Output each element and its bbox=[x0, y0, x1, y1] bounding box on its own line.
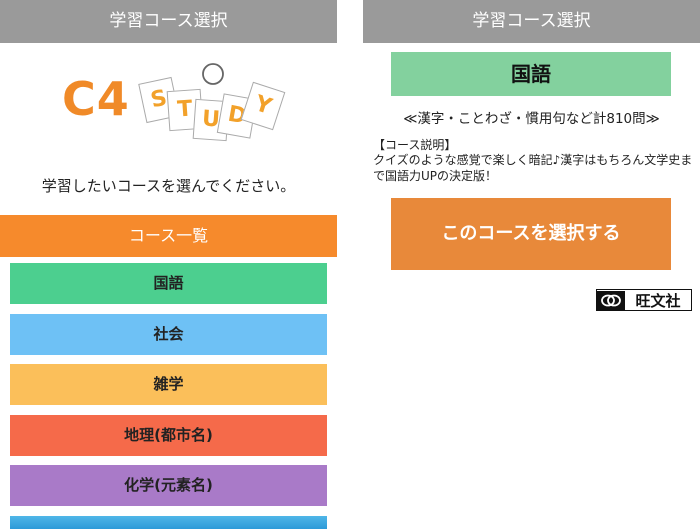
right-title-bar: 学習コース選択 bbox=[363, 0, 700, 43]
c4-study-logo: C4 S T U D Y bbox=[58, 60, 288, 160]
publisher-logo: 旺文社 bbox=[596, 289, 692, 311]
right-screen: 学習コース選択 国語 ≪漢字・ことわざ・慣用句など計810問≫ 【コース説明】 … bbox=[363, 0, 700, 529]
obunsha-mark-icon bbox=[597, 290, 625, 310]
course-item-kagaku[interactable]: 化学(元素名) bbox=[10, 465, 327, 506]
publisher-name: 旺文社 bbox=[635, 291, 681, 310]
course-item-shakai[interactable]: 社会 bbox=[10, 313, 327, 355]
course-list: 国語 社会 雑学 地理(都市名) 化学(元素名) bbox=[10, 263, 327, 516]
panel-divider bbox=[337, 0, 363, 529]
course-item-kokugo[interactable]: 国語 bbox=[10, 263, 327, 304]
course-summary: ≪漢字・ことわざ・慣用句など計810問≫ bbox=[403, 111, 660, 127]
course-item-chiri[interactable]: 地理(都市名) bbox=[10, 414, 327, 456]
course-item-partial[interactable] bbox=[10, 516, 327, 529]
course-item-zatsugaku[interactable]: 雑学 bbox=[10, 364, 327, 405]
course-description-label: 【コース説明】 bbox=[373, 138, 457, 152]
select-course-button[interactable]: このコースを選択する bbox=[391, 198, 671, 270]
logo-main-text: C4 bbox=[62, 72, 130, 126]
ring-icon bbox=[202, 63, 224, 85]
left-title-bar: 学習コース選択 bbox=[0, 0, 337, 43]
course-list-header: コース一覧 bbox=[0, 215, 337, 257]
subject-banner: 国語 bbox=[391, 52, 671, 96]
course-description: クイズのような感覚で楽しく暗記♪漢字はもちろん文学史まで国語力UPの決定版！ bbox=[373, 153, 693, 183]
course-prompt: 学習したいコースを選んでください。 bbox=[41, 177, 296, 195]
left-screen: 学習コース選択 C4 S T U D Y 学習したいコースを選んでください。 コ… bbox=[0, 0, 337, 529]
